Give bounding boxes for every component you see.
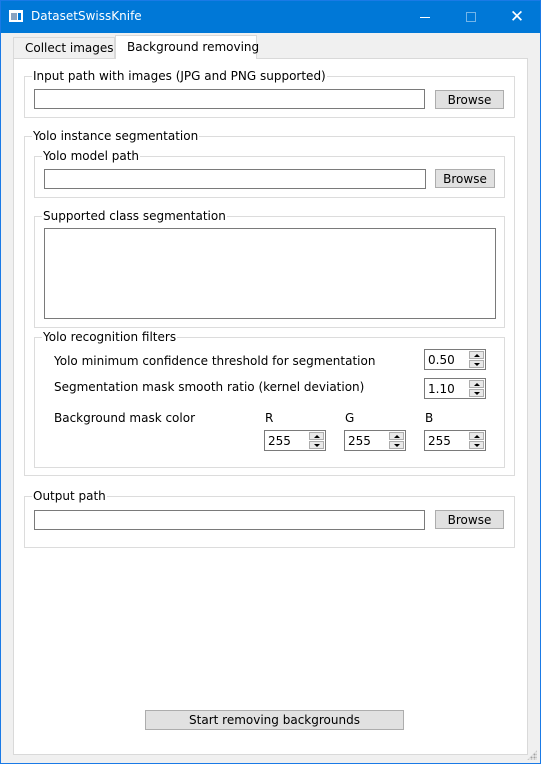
smooth-ratio-value: 1.10 xyxy=(428,382,455,396)
g-channel-label: G xyxy=(345,411,355,425)
output-path-legend: Output path xyxy=(32,488,107,504)
output-browse-button[interactable]: Browse xyxy=(435,510,504,529)
yolo-segmentation-group: Yolo instance segmentation Yolo model pa… xyxy=(24,128,515,476)
app-icon xyxy=(9,10,23,22)
recognition-filters-legend: Yolo recognition filters xyxy=(42,329,178,345)
supported-class-group: Supported class segmentation xyxy=(34,208,505,328)
input-path-group: Input path with images (JPG and PNG supp… xyxy=(24,68,515,118)
minimize-button[interactable] xyxy=(402,1,448,33)
spin-down-icon xyxy=(393,443,400,447)
b-channel-label: B xyxy=(425,411,434,425)
yolo-segmentation-legend: Yolo instance segmentation xyxy=(32,128,200,144)
smooth-ratio-stepper[interactable]: 1.10 xyxy=(424,378,486,399)
smooth-ratio-label: Segmentation mask smooth ratio (kernel d… xyxy=(54,380,365,394)
b-spin-buttons xyxy=(469,432,484,449)
mask-color-label: Background mask color xyxy=(54,411,196,425)
yolo-model-path-field[interactable] xyxy=(44,169,426,189)
g-spin-buttons xyxy=(389,432,404,449)
window-title: DatasetSwissKnife xyxy=(31,9,142,23)
r-spin-buttons xyxy=(309,432,324,449)
maximize-button[interactable] xyxy=(448,1,494,33)
maximize-icon xyxy=(466,12,476,22)
yolo-model-path-group: Yolo model path Browse xyxy=(34,148,505,198)
spin-down-icon xyxy=(473,391,480,395)
b-spin-up[interactable] xyxy=(469,432,484,440)
input-browse-button[interactable]: Browse xyxy=(435,90,504,109)
output-path-field[interactable] xyxy=(34,510,425,530)
close-button[interactable]: ✕ xyxy=(494,1,540,33)
output-path-group: Output path Browse xyxy=(24,488,515,548)
yolo-model-browse-button[interactable]: Browse xyxy=(435,169,495,188)
tab-page-background-removing: Input path with images (JPG and PNG supp… xyxy=(13,58,528,755)
tab-collect-images[interactable]: Collect images xyxy=(13,37,115,58)
g-spin-up[interactable] xyxy=(389,432,404,440)
smooth-spin-buttons xyxy=(469,380,484,397)
start-removing-button[interactable]: Start removing backgrounds xyxy=(145,710,404,730)
close-icon: ✕ xyxy=(509,6,525,27)
spin-up-icon xyxy=(473,382,480,386)
b-channel-stepper[interactable]: 255 xyxy=(424,430,486,451)
g-channel-value: 255 xyxy=(348,434,371,448)
confidence-spin-buttons xyxy=(469,351,484,368)
b-spin-down[interactable] xyxy=(469,441,484,449)
confidence-threshold-value: 0.50 xyxy=(428,353,455,367)
confidence-threshold-label: Yolo minimum confidence threshold for se… xyxy=(54,354,376,368)
spin-up-icon xyxy=(473,434,480,438)
g-spin-down[interactable] xyxy=(389,441,404,449)
r-channel-stepper[interactable]: 255 xyxy=(264,430,326,451)
resize-grip-icon[interactable] xyxy=(527,750,537,760)
supported-class-legend: Supported class segmentation xyxy=(42,208,227,224)
confidence-spin-up[interactable] xyxy=(469,351,484,359)
r-spin-up[interactable] xyxy=(309,432,324,440)
g-channel-stepper[interactable]: 255 xyxy=(344,430,406,451)
spin-up-icon xyxy=(313,434,320,438)
spin-down-icon xyxy=(473,362,480,366)
confidence-threshold-stepper[interactable]: 0.50 xyxy=(424,349,486,370)
b-channel-value: 255 xyxy=(428,434,451,448)
title-bar[interactable]: DatasetSwissKnife ✕ xyxy=(1,1,540,33)
supported-class-list[interactable] xyxy=(44,228,496,319)
recognition-filters-group: Yolo recognition filters Yolo minimum co… xyxy=(34,329,505,468)
input-path-legend: Input path with images (JPG and PNG supp… xyxy=(32,68,327,84)
input-path-field[interactable] xyxy=(34,89,425,109)
tab-background-removing[interactable]: Background removing xyxy=(115,35,259,59)
minimize-icon xyxy=(420,16,430,18)
smooth-spin-up[interactable] xyxy=(469,380,484,388)
r-channel-label: R xyxy=(265,411,274,425)
spin-down-icon xyxy=(313,443,320,447)
app-window: DatasetSwissKnife ✕ Collect images Backg… xyxy=(0,0,541,764)
confidence-spin-down[interactable] xyxy=(469,360,484,368)
r-channel-value: 255 xyxy=(268,434,291,448)
yolo-model-path-legend: Yolo model path xyxy=(42,148,141,164)
spin-up-icon xyxy=(473,353,480,357)
smooth-spin-down[interactable] xyxy=(469,389,484,397)
spin-up-icon xyxy=(393,434,400,438)
spin-down-icon xyxy=(473,443,480,447)
r-spin-down[interactable] xyxy=(309,441,324,449)
